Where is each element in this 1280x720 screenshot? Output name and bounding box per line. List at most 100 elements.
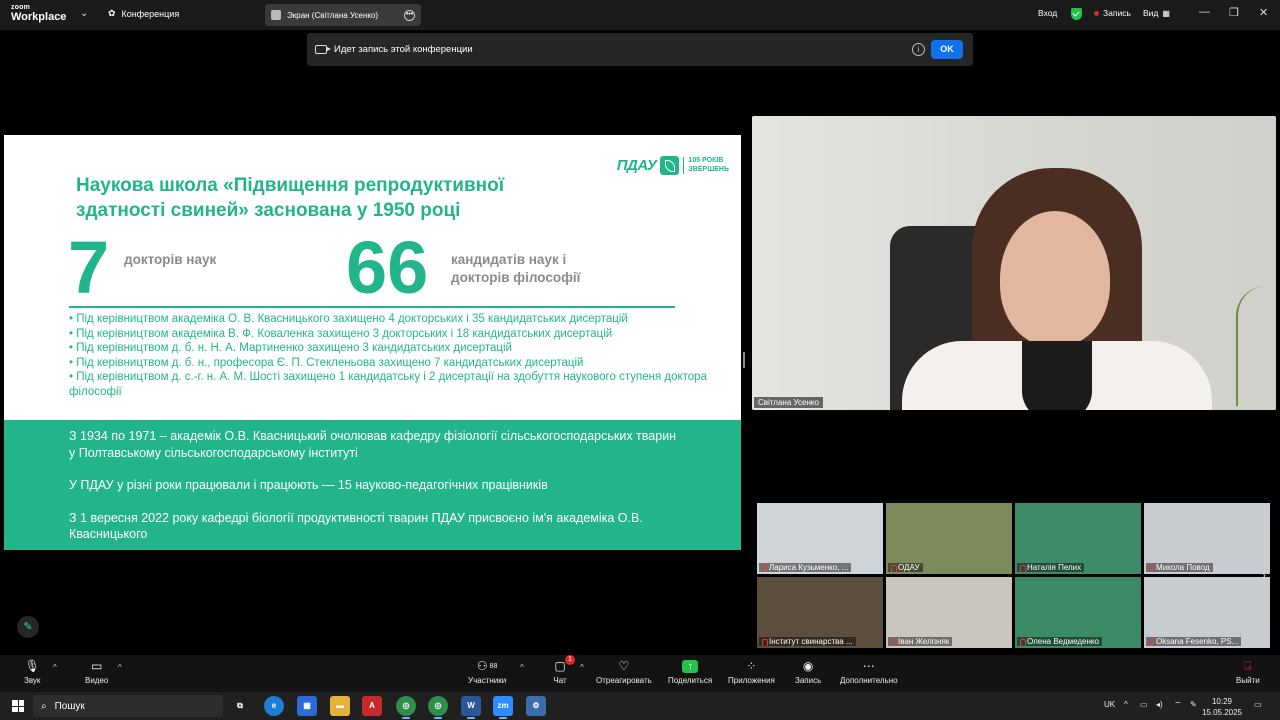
list-item: • Під керівництвом д. б. н., професора Є…	[69, 356, 584, 369]
view-button[interactable]: Вид ▦	[1143, 8, 1170, 18]
file-explorer-icon[interactable]: ▬	[330, 696, 350, 716]
ok-button[interactable]: OK	[931, 40, 963, 59]
candidates-count: 66	[346, 226, 429, 309]
list-item: • Під керівництвом д. б. н. Н. А. Мартин…	[69, 342, 512, 355]
apps-icon: ⁘	[746, 659, 757, 673]
slide-title-line-2: здатності свиней» заснована у 1950 році	[76, 200, 461, 222]
meeting-tab[interactable]: ✿ Конференция	[108, 8, 179, 19]
login-label: Вход	[1038, 8, 1058, 18]
word-icon[interactable]: W	[461, 696, 481, 719]
more-icon[interactable]: •••	[404, 9, 415, 21]
candidates-label-line-2: докторів філософії	[451, 270, 581, 286]
zoom-app-icon[interactable]: zm	[493, 696, 513, 719]
participant-name: Oksana Fesenko, PS...	[1146, 637, 1242, 646]
windows-start-icon[interactable]	[12, 700, 24, 712]
chrome-icon[interactable]: ◎	[396, 696, 416, 719]
participant-gallery: Лариса Кузьменко, ... ОДАУ Наталія Пелих…	[757, 503, 1270, 649]
windows-taskbar: ⌕ Пошук ⧉ e ▦ ▬ A ◎ ◎ W zm ⚙ UK ^ ▭ ◂) ⌔…	[0, 692, 1280, 720]
participant-name: Олена Ведмеденко	[1017, 637, 1102, 646]
tray-chevron-icon[interactable]: ^	[1124, 700, 1128, 709]
video-person-body	[902, 341, 1212, 410]
notification-icon[interactable]: ▭	[1254, 700, 1262, 709]
chat-button[interactable]: ▢ 1 Чат	[552, 655, 575, 685]
candidates-label: кандидатів наук і докторів філософії	[451, 251, 580, 287]
login-button[interactable]: Вход	[1038, 8, 1057, 18]
record-button[interactable]: ◉ Запись	[795, 659, 821, 685]
edge-browser-icon[interactable]: e	[264, 696, 284, 716]
recording-banner: Идет запись этой конференции i OK	[307, 33, 973, 66]
meeting-toolbar: 🎙︎ Звук ^ ▭ Видео ^ ⚇ 88 Участники ^ ▢ 1 Ч…	[0, 655, 1280, 692]
taskbar-clock[interactable]: 10:29 15.05.2025	[1202, 696, 1242, 718]
settings-app-icon[interactable]: ⚙	[526, 696, 546, 716]
share-label: Поделиться	[668, 676, 713, 685]
network-icon[interactable]: ⌔	[1174, 700, 1182, 710]
task-view-icon[interactable]: ⧉	[230, 696, 250, 716]
video-button[interactable]: ▭ Видео	[85, 659, 108, 685]
shared-screen-slide: ПДАУ 105 РОКІВ ЗВЕРШЕНЬ Наукова школа «П…	[4, 135, 741, 550]
input-language[interactable]: UK	[1104, 700, 1115, 709]
zoom-logo: zoom Workplace	[11, 4, 66, 23]
search-icon: ⌕	[41, 700, 47, 712]
store-icon[interactable]: ▦	[297, 696, 317, 716]
supervision-list: • Під керівництвом академіка О. В. Квасн…	[69, 312, 719, 400]
participant-tile[interactable]: ОДАУ	[886, 503, 1012, 574]
doctors-count: 7	[68, 226, 110, 309]
share-screen-icon: ↑	[682, 659, 699, 673]
leave-icon: ⍈	[1244, 658, 1252, 673]
clock-date: 15.05.2025	[1201, 708, 1242, 717]
chevron-down-icon[interactable]: ⌄	[80, 8, 88, 19]
screen-share-tab[interactable]: Экран (Світлана Усенко) •••	[265, 4, 421, 26]
chat-caret-icon[interactable]: ^	[580, 663, 584, 672]
speaker-video[interactable]: Світлана Усенко	[752, 116, 1276, 410]
close-icon[interactable]: ✕	[1259, 6, 1268, 19]
chat-label: Чат	[553, 676, 567, 685]
list-item: • Під керівництвом академіка О. В. Квасн…	[69, 313, 628, 325]
participant-tile[interactable]: Інститут свинарства ...	[757, 577, 883, 648]
participants-icon: ⚇ 88	[476, 659, 498, 673]
doctors-label: докторів наук	[124, 252, 217, 267]
chrome-profile-icon[interactable]: ◎	[428, 696, 448, 719]
participant-tile[interactable]: Наталія Пелих	[1015, 503, 1141, 574]
speaker-icon[interactable]: ◂)	[1156, 700, 1163, 709]
audio-options-caret-icon[interactable]: ^	[53, 663, 57, 672]
security-shield-icon[interactable]	[1071, 8, 1082, 20]
apps-button[interactable]: ⁘ Приложения	[728, 659, 775, 685]
more-dots-icon: ⋯	[862, 659, 875, 673]
restore-icon[interactable]: ❐	[1229, 6, 1239, 19]
participant-tile[interactable]: Олена Ведмеденко	[1015, 577, 1141, 648]
video-options-caret-icon[interactable]: ^	[118, 663, 122, 672]
chevron-right-icon[interactable]: ›	[1262, 568, 1266, 582]
react-button[interactable]: ♡ Отреагировать	[596, 659, 652, 685]
split-resize-handle[interactable]	[743, 352, 745, 368]
list-item: • Під керівництвом академіка В. Ф. Ковал…	[69, 327, 613, 340]
list-item: • Під керівництвом д. с.-г. н. А. М. Шос…	[69, 371, 707, 398]
battery-icon[interactable]: ▭	[1140, 700, 1148, 709]
participant-name: Інститут свинарства ...	[759, 637, 856, 646]
leave-button[interactable]: ⍈ Выйти	[1236, 658, 1260, 686]
banner-text: Идет запись этой конференции	[334, 44, 473, 55]
recording-indicator[interactable]: Запись	[1094, 8, 1131, 18]
history-paragraph: У ПДАУ у різні роки працювали і працюють…	[69, 478, 548, 492]
participant-tile[interactable]: Микола Повод	[1144, 503, 1270, 574]
logo-years-line-1: 105 РОКІВ	[688, 157, 724, 165]
participant-tile[interactable]: Oksana Fesenko, PS...	[1144, 577, 1270, 648]
more-button[interactable]: ⋯ Дополнительно	[840, 659, 898, 685]
share-button[interactable]: ↑ Поделиться	[668, 659, 712, 685]
participants-caret-icon[interactable]: ^	[520, 663, 524, 672]
taskbar-search[interactable]: ⌕ Пошук	[33, 695, 223, 717]
participant-tile[interactable]: Лариса Кузьменко, ...	[757, 503, 883, 574]
history-band: З 1934 по 1971 – академік О.В. Квасницьк…	[4, 420, 741, 550]
annotate-pencil-icon[interactable]: ✎	[17, 616, 39, 638]
participants-button[interactable]: ⚇ 88 Участники	[468, 659, 506, 685]
participant-tile[interactable]: Іван Желізняк	[886, 577, 1012, 648]
taskbar-search-label: Пошук	[54, 700, 85, 712]
pen-icon[interactable]: ✎	[1190, 700, 1197, 709]
slide-title: Наукова школа «Підвищення репродуктивної…	[76, 173, 636, 224]
speaker-name-tag: Світлана Усенко	[754, 397, 823, 408]
meeting-tab-label: Конференция	[121, 8, 180, 19]
minimize-icon[interactable]: —	[1199, 6, 1210, 18]
pdf-reader-icon[interactable]: A	[362, 696, 382, 716]
audio-button[interactable]: 🎙︎ Звук	[24, 659, 40, 685]
slide-title-line-1: Наукова школа «Підвищення репродуктивної	[76, 175, 505, 196]
info-icon[interactable]: i	[912, 43, 925, 56]
